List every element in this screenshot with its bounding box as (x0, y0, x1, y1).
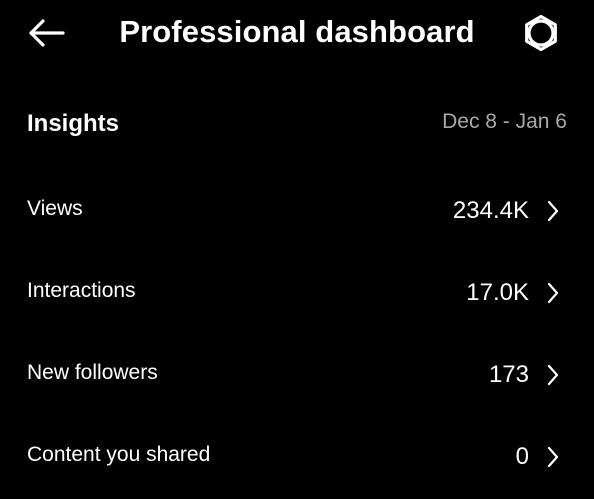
top-bar: Professional dashboard (0, 0, 594, 66)
chevron-right-icon (543, 282, 563, 304)
date-range-selector[interactable]: Dec 8 - Jan 6 (442, 107, 567, 137)
metric-row-content-shared[interactable]: Content you shared 0 (0, 426, 594, 486)
metric-row-new-followers[interactable]: New followers 173 (0, 344, 594, 404)
gear-icon (525, 14, 557, 52)
metric-label: Interactions (27, 279, 136, 302)
settings-button[interactable] (518, 12, 564, 54)
chevron-right-icon (543, 200, 563, 222)
metric-row-interactions[interactable]: Interactions 17.0K (0, 262, 594, 322)
page-title: Professional dashboard (119, 14, 475, 49)
metric-value: 0 (515, 443, 529, 470)
metric-label: New followers (27, 361, 158, 384)
metric-label: Views (27, 197, 83, 220)
metric-label: Content you shared (27, 443, 211, 466)
metric-value: 17.0K (466, 279, 529, 306)
chevron-right-icon (543, 364, 563, 386)
insights-heading: Insights (27, 110, 120, 137)
metric-value: 234.4K (452, 197, 529, 224)
chevron-right-icon (543, 446, 563, 468)
metric-row-views[interactable]: Views 234.4K (0, 180, 594, 240)
metric-value: 173 (488, 361, 529, 388)
